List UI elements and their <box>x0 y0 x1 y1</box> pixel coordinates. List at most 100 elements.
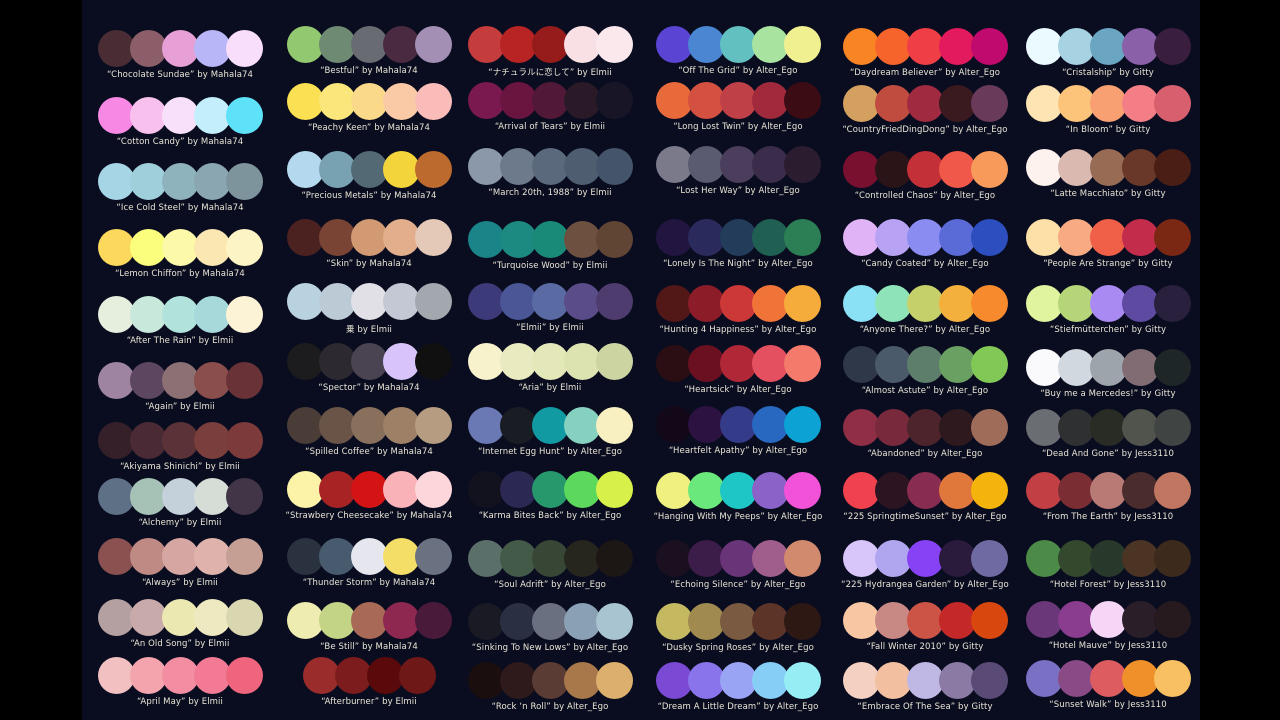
color-swatch <box>318 471 356 508</box>
color-swatch <box>193 296 231 333</box>
color-swatch <box>531 603 569 640</box>
color-swatch <box>970 346 1008 383</box>
color-swatch <box>467 662 505 699</box>
color-swatch <box>414 26 452 63</box>
color-swatch <box>318 26 356 63</box>
color-swatch <box>467 471 505 508</box>
color-swatch <box>563 26 601 63</box>
color-swatch <box>225 599 263 636</box>
color-swatch <box>970 540 1008 577</box>
palette-label: “Fall Winter 2010” by Gitty <box>866 642 984 652</box>
palette-card: “Spilled Coffee” by Mahala74 <box>283 407 455 457</box>
color-swatch <box>161 538 199 575</box>
color-swatch <box>751 406 789 443</box>
color-swatch <box>842 346 880 383</box>
color-swatch <box>129 97 167 134</box>
color-swatch <box>382 26 420 63</box>
swatch-row <box>839 151 1011 188</box>
color-swatch <box>382 219 420 256</box>
color-swatch <box>467 407 505 444</box>
swatch-row <box>283 538 455 575</box>
color-swatch <box>350 538 388 575</box>
color-swatch <box>563 603 601 640</box>
color-swatch <box>129 599 167 636</box>
swatch-row <box>94 296 266 333</box>
color-swatch <box>874 472 912 509</box>
color-swatch <box>1025 85 1063 122</box>
color-swatch <box>842 662 880 699</box>
color-swatch <box>286 471 324 508</box>
swatch-row <box>283 657 455 694</box>
color-swatch <box>595 221 633 258</box>
color-swatch <box>97 362 135 399</box>
color-swatch <box>382 471 420 508</box>
palette-label: “Sunset Walk” by Jess3110 <box>1049 700 1167 710</box>
color-swatch <box>499 283 537 320</box>
color-swatch <box>531 283 569 320</box>
color-swatch <box>97 296 135 333</box>
palette-label: “An Old Song” by Elmii <box>130 639 230 649</box>
palette-label: “Chocolate Sundae” by Mahala74 <box>106 70 254 80</box>
color-swatch <box>970 662 1008 699</box>
color-swatch <box>334 657 372 694</box>
color-swatch <box>842 409 880 446</box>
color-swatch <box>1057 285 1095 322</box>
swatch-row <box>652 345 824 382</box>
color-swatch <box>783 540 821 577</box>
color-swatch <box>874 85 912 122</box>
palette-card: “Alchemy” by Elmii <box>94 478 266 528</box>
color-swatch <box>414 83 452 120</box>
color-swatch <box>350 83 388 120</box>
palette-card: “Lemon Chiffon” by Mahala74 <box>94 229 266 279</box>
color-swatch <box>1121 285 1159 322</box>
color-swatch <box>350 151 388 188</box>
color-swatch <box>1057 540 1095 577</box>
color-swatch <box>193 163 231 200</box>
color-swatch <box>318 283 356 320</box>
palette-label: “Sinking To New Lows” by Alter_Ego <box>471 643 629 653</box>
palette-label: “225 SpringtimeSunset” by Alter_Ego <box>843 512 1007 522</box>
palette-card: “Afterburner” by Elmii <box>283 657 455 707</box>
color-swatch <box>129 163 167 200</box>
color-swatch <box>225 362 263 399</box>
palette-card: “Dream A Little Dream” by Alter_Ego <box>652 662 824 712</box>
palette-card: “Skin” by Mahala74 <box>283 219 455 269</box>
palette-card: “Heartfelt Apathy” by Alter_Ego <box>652 406 824 456</box>
palette-card: “Buy me a Mercedes!” by Gitty <box>1022 349 1194 399</box>
swatch-row <box>1022 85 1194 122</box>
palette-card: “Off The Grid” by Alter_Ego <box>652 26 824 76</box>
color-swatch <box>751 26 789 63</box>
palette-card: “225 SpringtimeSunset” by Alter_Ego <box>839 472 1011 522</box>
color-swatch <box>563 221 601 258</box>
color-swatch <box>161 478 199 515</box>
color-swatch <box>906 346 944 383</box>
color-swatch <box>161 229 199 266</box>
color-swatch <box>129 478 167 515</box>
swatch-row <box>94 229 266 266</box>
color-swatch <box>1025 149 1063 186</box>
palette-card: “Chocolate Sundae” by Mahala74 <box>94 30 266 80</box>
color-swatch <box>938 662 976 699</box>
palette-label: “Aria” by Elmii <box>518 383 582 393</box>
swatch-row <box>283 602 455 639</box>
color-swatch <box>467 82 505 119</box>
color-swatch <box>595 540 633 577</box>
color-swatch <box>751 82 789 119</box>
color-swatch <box>970 409 1008 446</box>
palette-card: “Spector” by Mahala74 <box>283 343 455 393</box>
color-swatch <box>193 30 231 67</box>
color-swatch <box>906 85 944 122</box>
color-swatch <box>595 283 633 320</box>
color-swatch <box>193 599 231 636</box>
palette-label: “Lonely Is The Night” by Alter_Ego <box>663 259 813 269</box>
palette-label: “Hotel Forest” by Jess3110 <box>1049 580 1167 590</box>
color-swatch <box>531 82 569 119</box>
color-swatch <box>161 296 199 333</box>
color-swatch <box>499 343 537 380</box>
palette-label: “Alchemy” by Elmii <box>138 518 222 528</box>
color-swatch <box>97 30 135 67</box>
color-swatch <box>467 26 505 63</box>
color-swatch <box>655 406 693 443</box>
color-swatch <box>129 538 167 575</box>
color-swatch <box>687 406 725 443</box>
